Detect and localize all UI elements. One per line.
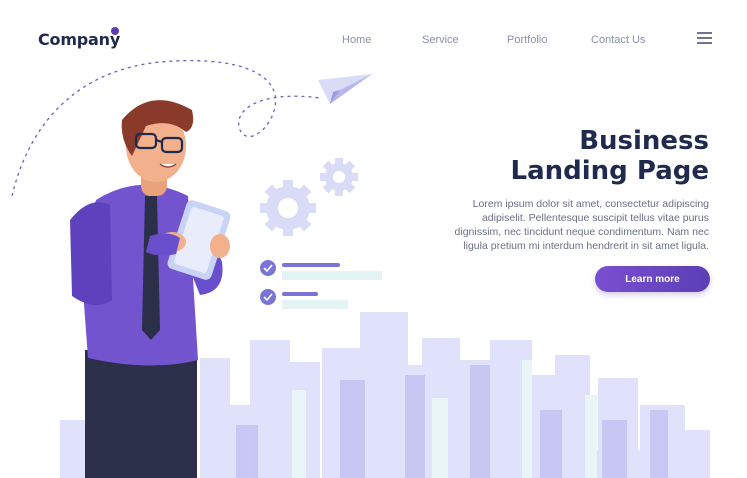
paper-plane-icon (318, 74, 372, 104)
checkmark-icon (260, 260, 276, 276)
checklist (260, 260, 382, 309)
hero-title-line1: Business (579, 126, 709, 156)
gear-icon (260, 180, 316, 236)
hero-title-line2: Landing Page (510, 156, 709, 186)
hero-description: Lorem ipsum dolor sit amet, consectetur … (454, 198, 709, 252)
small-gear-icon (320, 158, 358, 196)
checkmark-icon (260, 289, 276, 305)
hero-title: Business Landing Page (511, 126, 709, 186)
learn-more-button[interactable]: Learn more (595, 266, 710, 292)
